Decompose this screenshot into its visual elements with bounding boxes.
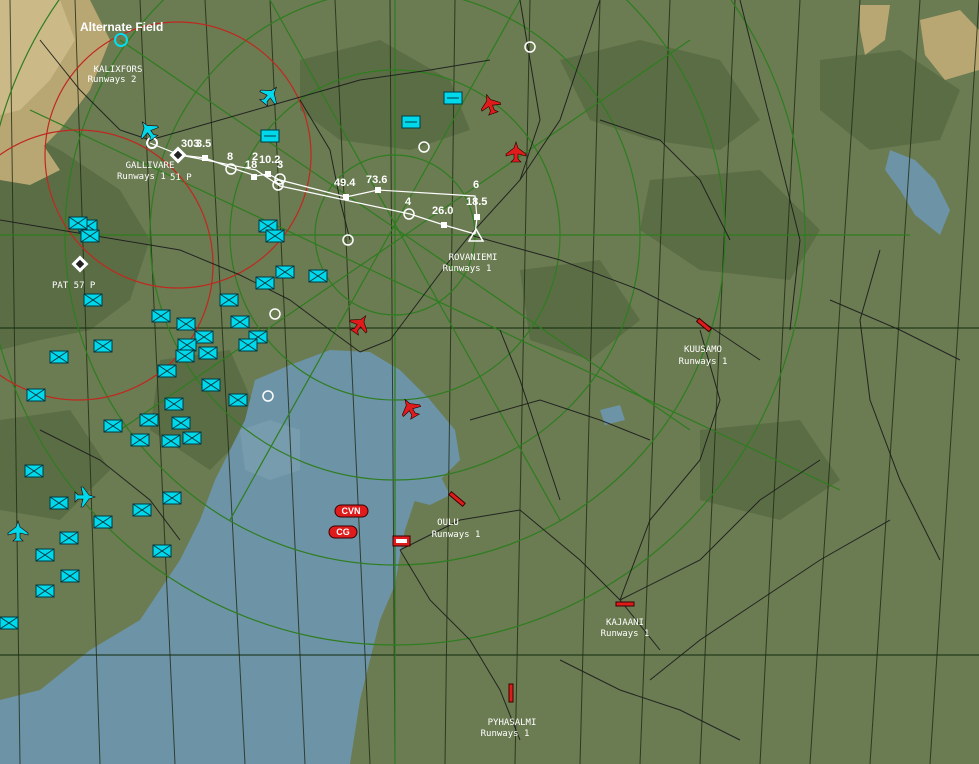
leg-label: 18: [245, 159, 257, 171]
friendly-ground-unit-icon[interactable]: [24, 464, 44, 478]
alternate-field-label: Alternate Field: [80, 20, 163, 34]
friendly-ground-unit-icon[interactable]: [139, 413, 159, 427]
friendly-ground-unit-icon[interactable]: [130, 433, 150, 447]
map-canvas[interactable]: CVN CG Alternate Field KALIXFORS Runways…: [0, 0, 979, 764]
leg-label: 18.5: [466, 196, 487, 208]
friendly-ground-unit-icon[interactable]: [176, 317, 196, 331]
friendly-ground-unit-icon[interactable]: [0, 616, 19, 630]
friendly-ground-unit-icon[interactable]: [219, 293, 239, 307]
friendly-ground-unit-icon[interactable]: [308, 269, 328, 283]
friendly-ground-unit-icon[interactable]: [68, 216, 88, 230]
leg-label: 6: [473, 179, 479, 191]
friendly-ground-unit-icon[interactable]: [151, 309, 171, 323]
friendly-ground-unit-icon[interactable]: [80, 229, 100, 243]
leg-label: 73.6: [366, 174, 387, 186]
airbase-runways-oulu: Runways 1: [432, 530, 481, 540]
leg-label: 3: [277, 159, 283, 171]
friendly-ground-unit-icon[interactable]: [93, 339, 113, 353]
friendly-ground-unit-icon[interactable]: [255, 276, 275, 290]
friendly-ground-unit-icon[interactable]: [230, 315, 250, 329]
friendly-ground-unit-icon[interactable]: [103, 419, 123, 433]
ship-cg[interactable]: CG: [328, 525, 358, 539]
friendly-ground-unit-icon[interactable]: [152, 544, 172, 558]
leg-label: 8: [227, 151, 233, 163]
friendly-ground-unit-icon[interactable]: [275, 265, 295, 279]
friendly-ground-unit-icon[interactable]: [171, 416, 191, 430]
leg-label: 3.5: [196, 138, 211, 150]
friendly-ground-unit-icon[interactable]: [49, 496, 69, 510]
airbase-name-gallivare: GALLIVARE: [126, 161, 175, 171]
friendly-ground-unit-icon[interactable]: [443, 91, 463, 105]
airbase-runways-kajaani: Runways 1: [601, 629, 650, 639]
friendly-ground-unit-icon[interactable]: [49, 350, 69, 364]
friendly-ground-unit-icon[interactable]: [177, 338, 197, 352]
friendly-ground-unit-icon[interactable]: [265, 229, 285, 243]
friendly-ground-unit-icon[interactable]: [182, 431, 202, 445]
friendly-ground-unit-icon[interactable]: [59, 531, 79, 545]
friendly-ground-unit-icon[interactable]: [401, 115, 421, 129]
friendly-ground-unit-icon[interactable]: [35, 548, 55, 562]
leg-label: 4: [405, 196, 412, 208]
friendly-ground-unit-icon[interactable]: [194, 330, 214, 344]
friendly-ground-unit-icon[interactable]: [198, 346, 218, 360]
airbase-runways-kalixfors: Runways 2: [88, 75, 137, 85]
airbase-name-kuusamo: KUUSAMO: [684, 345, 722, 355]
friendly-ground-unit-icon[interactable]: [35, 584, 55, 598]
airbase-name-kalixfors: KALIXFORS: [94, 65, 143, 75]
airbase-name-oulu: OULU: [437, 518, 459, 528]
ship-cvn[interactable]: CVN: [334, 504, 369, 518]
friendly-ground-unit-icon[interactable]: [83, 293, 103, 307]
friendly-ground-unit-icon[interactable]: [162, 491, 182, 505]
friendly-ground-unit-icon[interactable]: [228, 393, 248, 407]
friendly-ground-unit-icon[interactable]: [60, 569, 80, 583]
friendly-ground-unit-icon[interactable]: [175, 349, 195, 363]
airbase-runways-gallivare: Runways 1: [117, 172, 166, 182]
friendly-ground-unit-icon[interactable]: [164, 397, 184, 411]
airbase-name-pyhasalmi: PYHASALMI: [488, 718, 537, 728]
airbase-name-kajaani: KAJAANI: [606, 618, 644, 628]
airbase-runways-pyhasalmi: Runways 1: [481, 729, 530, 739]
friendly-ground-unit-icon[interactable]: [161, 434, 181, 448]
runway-kajaani: [615, 601, 635, 607]
friendly-ground-unit-icon[interactable]: [260, 129, 280, 143]
leg-label: 49.4: [334, 177, 356, 189]
pat-label: PAT 57 P: [52, 281, 96, 291]
friendly-ground-unit-icon[interactable]: [26, 388, 46, 402]
gallivare-route-suffix: 51 P: [170, 173, 192, 183]
runway-pyhasalmi: [508, 683, 514, 703]
ship-cvn-label: CVN: [341, 506, 360, 516]
tactical-map[interactable]: CVN CG Alternate Field KALIXFORS Runways…: [0, 0, 979, 764]
leg-label: 26.0: [432, 205, 453, 217]
friendly-ground-unit-icon[interactable]: [157, 364, 177, 378]
friendly-ground-unit-icon[interactable]: [93, 515, 113, 529]
friendly-ground-unit-icon[interactable]: [132, 503, 152, 517]
friendly-ground-unit-icon[interactable]: [238, 338, 258, 352]
ship-cg-label: CG: [336, 527, 350, 537]
airbase-runways-kuusamo: Runways 1: [679, 357, 728, 367]
airbase-name-rovaniemi: ROVANIEMI: [449, 253, 498, 263]
friendly-ground-unit-icon[interactable]: [201, 378, 221, 392]
airbase-runways-rovaniemi: Runways 1: [443, 264, 492, 274]
